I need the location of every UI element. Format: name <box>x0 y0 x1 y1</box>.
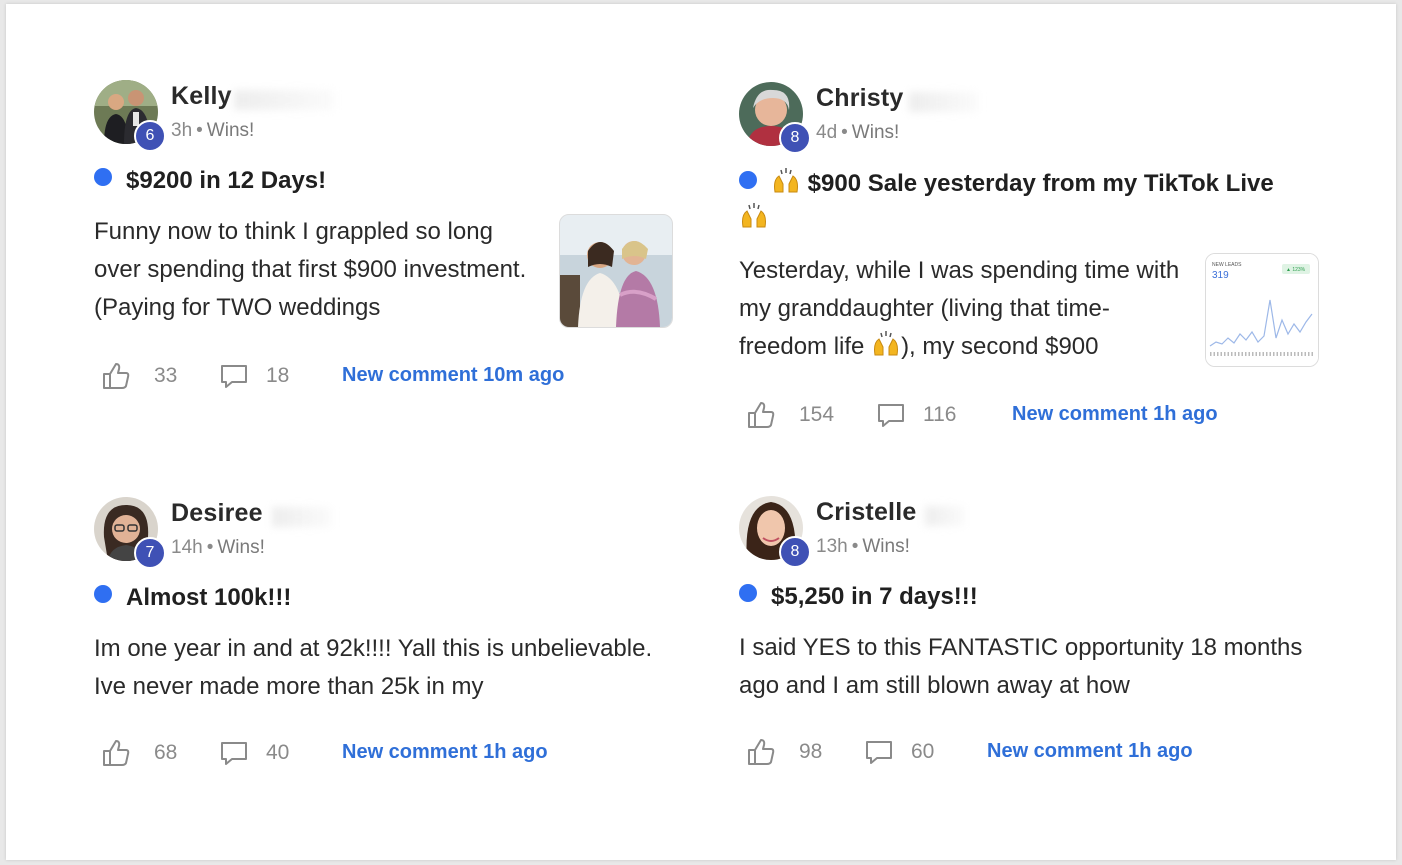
post-actions: 98 60 New comment 1h ago <box>739 736 1379 770</box>
post-title[interactable]: $9200 in 12 Days! <box>94 164 326 198</box>
unread-indicator <box>739 171 757 189</box>
name-redaction <box>272 507 332 527</box>
line-chart-icon: NEW LEADS 319 ▲ 123% <box>1206 254 1318 366</box>
post-title[interactable]: $5,250 in 7 days!!! <box>739 580 978 614</box>
new-comment-link[interactable]: New comment 1h ago <box>342 741 548 764</box>
post-meta: 14h • Wins! <box>171 537 265 559</box>
name-redaction <box>925 506 965 526</box>
level-badge: 6 <box>134 120 166 152</box>
like-count: 68 <box>154 741 178 764</box>
post-card[interactable]: 6 Kelly 3h • Wins! $9200 in 12 Days! Funny… <box>94 80 694 400</box>
thumbs-up-icon[interactable] <box>745 736 777 768</box>
like-count: 33 <box>154 364 178 387</box>
new-comment-link[interactable]: New comment 1h ago <box>987 740 1193 763</box>
comment-icon[interactable] <box>875 399 907 431</box>
post-title-text: $5,250 in 7 days!!! <box>771 583 978 610</box>
post-category[interactable]: Wins! <box>217 537 265 558</box>
comment-icon[interactable] <box>218 737 250 769</box>
raising-hands-icon <box>742 203 766 228</box>
post-title[interactable]: Almost 100k!!! <box>94 581 291 615</box>
post-title-text: Almost 100k!!! <box>126 584 292 611</box>
post-author-row: 7 Desiree 14h • Wins! <box>94 497 694 569</box>
post-card[interactable]: 8 Christy 4d • Wins! $900 Sale yesterday f… <box>739 82 1339 442</box>
post-title-text: $9200 in 12 Days! <box>126 167 327 194</box>
post-author-row: 6 Kelly 3h • Wins! <box>94 80 694 152</box>
level-badge: 8 <box>779 122 811 154</box>
raising-hands-icon <box>774 168 798 193</box>
post-category[interactable]: Wins! <box>852 122 900 143</box>
post-category[interactable]: Wins! <box>862 536 910 557</box>
post-preview: Funny now to think I grappled so long ov… <box>94 218 527 321</box>
comment-count: 18 <box>266 364 290 387</box>
post-actions: 33 18 New comment 10m ago <box>94 360 734 394</box>
post-preview: Yesterday, while I was spending time wit… <box>739 252 1189 366</box>
author-name[interactable]: Desiree <box>171 499 263 528</box>
comment-icon[interactable] <box>218 360 250 392</box>
post-thumbnail[interactable]: NEW LEADS 319 ▲ 123% <box>1205 253 1319 367</box>
like-count: 98 <box>799 740 823 763</box>
like-count: 154 <box>799 403 835 426</box>
name-redaction <box>909 92 979 112</box>
name-redaction <box>234 90 334 110</box>
comment-icon[interactable] <box>863 736 895 768</box>
unread-indicator <box>94 168 112 186</box>
comment-count: 116 <box>923 403 957 426</box>
post-actions: 68 40 New comment 1h ago <box>94 737 734 771</box>
post-thumbnail[interactable] <box>559 214 673 328</box>
post-meta: 13h • Wins! <box>816 536 910 558</box>
meta-separator: • <box>851 536 859 557</box>
author-name[interactable]: Christy <box>816 84 904 113</box>
post-preview-text-continued: ), my second $900 <box>901 333 1099 360</box>
post-time: 14h <box>171 537 203 558</box>
thumb-chart-label: NEW LEADS <box>1212 262 1242 268</box>
thumbs-up-icon[interactable] <box>100 360 132 392</box>
author-name[interactable]: Cristelle <box>816 498 916 527</box>
unread-indicator <box>739 584 757 602</box>
post-actions: 154 116 New comment 1h ago <box>739 399 1379 433</box>
post-card[interactable]: 8 Cristelle 13h • Wins! $5,250 in 7 days!!… <box>739 496 1339 796</box>
thumbs-up-icon[interactable] <box>100 737 132 769</box>
meta-separator: • <box>206 537 214 558</box>
post-time: 4d <box>816 122 838 143</box>
level-badge: 7 <box>134 537 166 569</box>
meta-separator: • <box>196 120 203 141</box>
thumb-chart-badge: ▲ 123% <box>1286 267 1306 273</box>
comment-count: 40 <box>266 741 290 764</box>
post-preview: I said YES to this FANTASTIC opportunity… <box>739 634 1303 699</box>
unread-indicator <box>94 585 112 603</box>
posts-grid: 6 Kelly 3h • Wins! $9200 in 12 Days! Funny… <box>6 4 1396 860</box>
post-title-text: $900 Sale yesterday from my TikTok Live <box>807 170 1274 197</box>
author-name[interactable]: Kelly <box>171 82 232 111</box>
post-card[interactable]: 7 Desiree 14h • Wins! Almost 100k!!! Im on… <box>94 497 694 797</box>
thumb-chart-value: 319 <box>1212 270 1229 281</box>
level-badge: 8 <box>779 536 811 568</box>
photo-icon <box>560 215 672 327</box>
post-preview: Im one year in and at 92k!!!! Yall this … <box>94 635 653 700</box>
raising-hands-icon <box>874 331 899 356</box>
post-time: 3h <box>171 120 193 141</box>
post-time: 13h <box>816 536 848 557</box>
post-meta: 4d • Wins! <box>816 122 899 144</box>
post-category[interactable]: Wins! <box>207 120 255 141</box>
new-comment-link[interactable]: New comment 10m ago <box>342 364 564 387</box>
post-title[interactable]: $900 Sale yesterday from my TikTok Live <box>739 166 1299 236</box>
post-author-row: 8 Cristelle 13h • Wins! <box>739 496 1339 568</box>
new-comment-link[interactable]: New comment 1h ago <box>1012 403 1218 426</box>
comment-count: 60 <box>911 740 935 763</box>
meta-separator: • <box>841 122 848 143</box>
thumbs-up-icon[interactable] <box>745 399 777 431</box>
post-meta: 3h • Wins! <box>171 120 254 142</box>
post-author-row: 8 Christy 4d • Wins! <box>739 82 1339 154</box>
